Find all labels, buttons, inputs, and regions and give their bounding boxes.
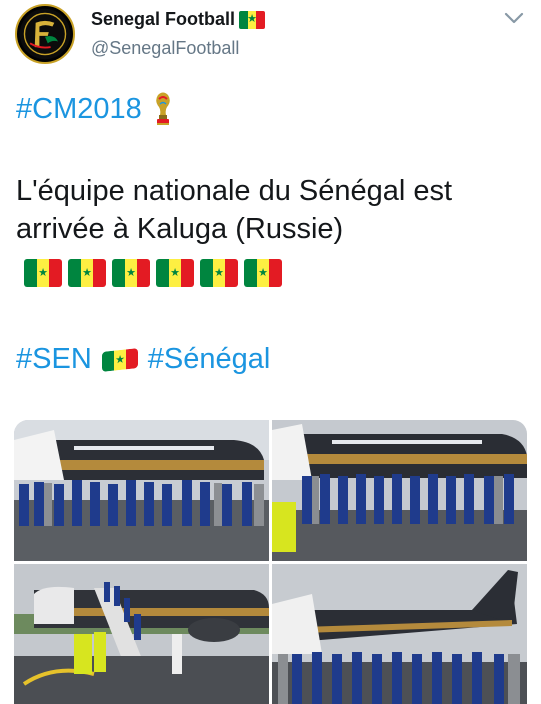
senegal-flag-icon: ★ <box>200 259 238 287</box>
hashtag-cm2018[interactable]: #CM2018 <box>16 93 142 126</box>
team-photo-4[interactable] <box>272 564 527 704</box>
senegal-flag-icon: ★ <box>156 259 194 287</box>
senegal-flag-icon: ★ <box>24 259 62 287</box>
world-cup-trophy-icon <box>155 92 170 125</box>
tweet-header: Senegal Football ★ @SenegalFootball <box>0 0 541 70</box>
flags-row: ★ ★ ★ ★ ★ ★ <box>24 259 282 287</box>
senegal-flag-icon: ★ <box>244 259 282 287</box>
tweet-text-line-2: arrivée à Kaluga (Russie) <box>16 213 344 245</box>
hashtag-sen[interactable]: #SEN <box>16 343 92 376</box>
chevron-down-icon[interactable] <box>502 8 526 28</box>
senegal-flag-icon: ★ <box>112 259 150 287</box>
team-photo-3[interactable] <box>14 564 269 704</box>
senegal-flag-icon: ★ <box>68 259 106 287</box>
waving-senegal-flag-icon: ★ <box>101 347 138 372</box>
display-name[interactable]: Senegal Football <box>91 9 235 30</box>
avatar[interactable] <box>15 4 75 64</box>
tweet-text-line-1: L'équipe nationale du Sénégal est <box>16 175 453 207</box>
hashtag-line-1: #CM2018 <box>16 91 174 127</box>
tweet-text: L'équipe nationale du Sénégal est arrivé… <box>16 172 516 248</box>
team-photo-2[interactable] <box>272 420 527 561</box>
senegal-football-logo-icon <box>19 8 71 60</box>
senegal-flag-icon: ★ <box>239 10 266 29</box>
media-grid <box>14 420 527 704</box>
hashtag-senegal[interactable]: #Sénégal <box>148 343 271 376</box>
team-photo-1[interactable] <box>14 420 269 561</box>
user-handle[interactable]: @SenegalFootball <box>91 38 239 59</box>
hashtag-line-2: #SEN ★ #Sénégal <box>16 343 270 376</box>
